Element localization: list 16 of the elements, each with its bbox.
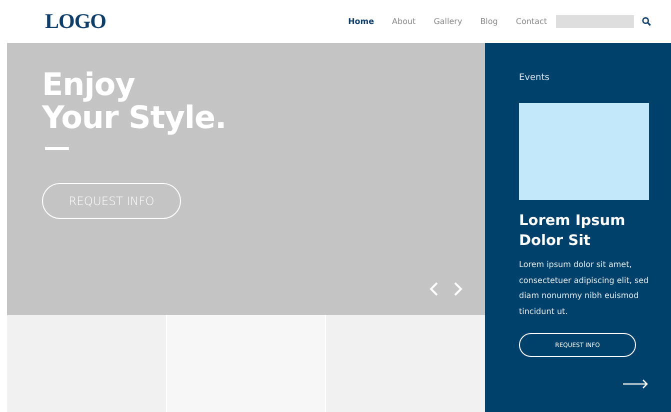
search-field[interactable] [556,15,634,28]
previous-icon[interactable] [429,281,439,297]
nav-link[interactable]: Home [339,17,384,26]
event-description: Lorem ipsum dolor sit amet, consectetuer adipiscing elit, sed diam nonummy nibh euismod tincidunt ut. [519,259,650,318]
nav-link[interactable]: Gallery [424,17,472,26]
logo[interactable]: LOGO [45,9,106,34]
accent-bar [45,147,69,150]
arrow-right-icon[interactable] [623,379,649,389]
section-label: Events [519,73,550,83]
nav-link[interactable]: Blog [471,17,507,26]
hero-headline: Enjoy Your Style. [42,69,228,135]
next-icon[interactable] [453,281,463,297]
nav-link[interactable]: About [383,17,425,26]
search-icon[interactable] [642,17,651,26]
event-title: Lorem Ipsum Dolor Sit [519,212,626,251]
nav-link[interactable]: Contact [506,17,556,26]
